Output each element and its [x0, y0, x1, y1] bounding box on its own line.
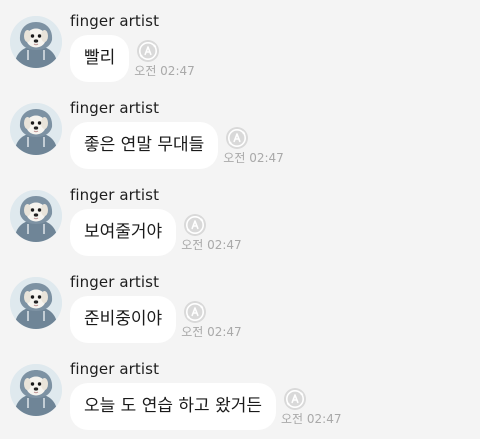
translate-icon[interactable] [283, 387, 307, 411]
message-row: 오늘 도 연습 하고 왔거든 오전 02:47 [70, 383, 362, 430]
translate-icon[interactable] [225, 126, 249, 150]
chat-message: finger artist 좋은 연말 무대들 오전 02:47 [0, 87, 480, 175]
message-bubble[interactable]: 준비중이야 [70, 296, 177, 343]
sender-name: finger artist [70, 186, 160, 204]
dog-avatar-icon [10, 277, 62, 329]
translate-icon[interactable] [136, 39, 160, 63]
message-meta: 오전 02:47 [223, 122, 304, 169]
dog-avatar-icon [10, 364, 62, 416]
timestamp: 오전 02:47 [134, 64, 195, 78]
avatar[interactable] [10, 190, 62, 242]
chat-message: finger artist 보여줄거야 오전 02:47 [0, 174, 480, 262]
timestamp: 오전 02:47 [181, 238, 242, 252]
avatar[interactable] [10, 103, 62, 155]
chat-message: finger artist 빨리 오전 02:47 [0, 0, 480, 88]
translate-icon[interactable] [183, 300, 207, 324]
dog-avatar-icon [10, 16, 62, 68]
dog-avatar-icon [10, 190, 62, 242]
timestamp: 오전 02:47 [223, 151, 284, 165]
sender-name: finger artist [70, 99, 160, 117]
sender-name: finger artist [70, 273, 160, 291]
message-bubble[interactable]: 오늘 도 연습 하고 왔거든 [70, 383, 277, 430]
timestamp: 오전 02:47 [281, 412, 342, 426]
message-row: 좋은 연말 무대들 오전 02:47 [70, 122, 304, 169]
dog-avatar-icon [10, 103, 62, 155]
message-row: 준비중이야 오전 02:47 [70, 296, 262, 343]
message-meta: 오전 02:47 [281, 383, 362, 430]
avatar[interactable] [10, 277, 62, 329]
chat-message: finger artist 오늘 도 연습 하고 왔거든 오전 02:47 [0, 348, 480, 436]
chat-message: finger artist 준비중이야 오전 02:47 [0, 261, 480, 349]
message-meta: 오전 02:47 [181, 296, 262, 343]
message-row: 빨리 오전 02:47 [70, 35, 215, 82]
avatar[interactable] [10, 364, 62, 416]
message-bubble[interactable]: 보여줄거야 [70, 209, 177, 256]
message-meta: 오전 02:47 [134, 35, 215, 82]
chat-message-list[interactable]: finger artist 빨리 오전 02:47 finger artist … [0, 0, 480, 439]
avatar[interactable] [10, 16, 62, 68]
message-bubble[interactable]: 빨리 [70, 35, 130, 82]
sender-name: finger artist [70, 12, 160, 30]
message-bubble[interactable]: 좋은 연말 무대들 [70, 122, 219, 169]
translate-icon[interactable] [183, 213, 207, 237]
timestamp: 오전 02:47 [181, 325, 242, 339]
message-meta: 오전 02:47 [181, 209, 262, 256]
message-row: 보여줄거야 오전 02:47 [70, 209, 262, 256]
sender-name: finger artist [70, 360, 160, 378]
